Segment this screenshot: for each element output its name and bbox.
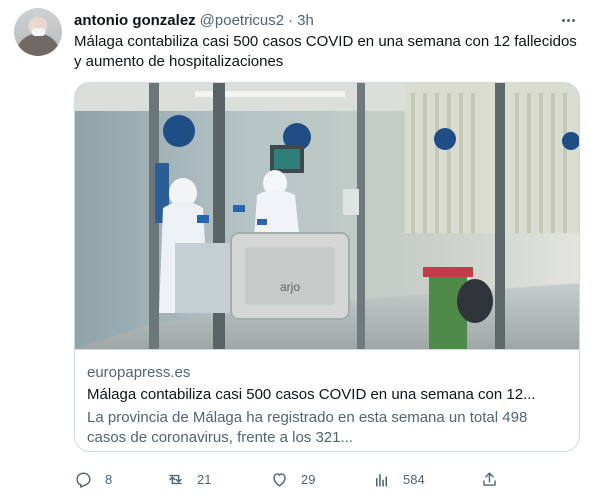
card-meta[interactable]: europapress.es Málaga contabiliza casi 5… <box>75 349 579 451</box>
retweet-button[interactable]: 21 <box>166 466 211 492</box>
tweet[interactable]: antonio gonzalez @poetricus2 · 3h Málaga… <box>0 0 598 504</box>
card-image[interactable]: arjo <box>75 83 580 349</box>
tweet-header: antonio gonzalez @poetricus2 · 3h <box>74 10 314 30</box>
card-title[interactable]: Málaga contabiliza casi 500 casos COVID … <box>87 386 536 403</box>
like-button[interactable]: 29 <box>270 466 315 492</box>
share-icon <box>483 471 496 486</box>
tweet-actions: 8 21 29 584 <box>74 466 584 492</box>
tweet-time[interactable]: 3h <box>297 12 314 29</box>
avatar[interactable] <box>14 8 62 56</box>
retweet-count: 21 <box>197 471 212 487</box>
avatar-mask <box>32 28 45 36</box>
reply-button[interactable]: 8 <box>74 466 112 492</box>
heart-icon <box>273 472 286 487</box>
views-chart-icon <box>375 473 388 487</box>
retweet-icon <box>169 474 182 484</box>
author-name[interactable]: antonio gonzalez <box>74 12 196 29</box>
card-description: La provincia de Málaga ha registrado en … <box>87 409 528 446</box>
author-handle[interactable]: @poetricus2 <box>200 12 284 29</box>
tweet-text: Málaga contabiliza casi 500 casos COVID … <box>74 33 577 70</box>
reply-count: 8 <box>105 471 113 487</box>
share-button[interactable] <box>480 466 499 492</box>
link-card[interactable]: arjo europapress.es Málaga contabiliza c… <box>74 82 580 452</box>
views-button[interactable]: 584 <box>372 466 425 492</box>
like-count: 29 <box>301 471 316 487</box>
bed-brand-label: arjo <box>280 280 300 294</box>
more-dots-icon[interactable] <box>556 9 580 31</box>
reply-icon <box>76 472 91 488</box>
views-count: 584 <box>403 471 425 487</box>
card-domain: europapress.es <box>87 364 191 381</box>
separator-dot: · <box>288 11 294 29</box>
